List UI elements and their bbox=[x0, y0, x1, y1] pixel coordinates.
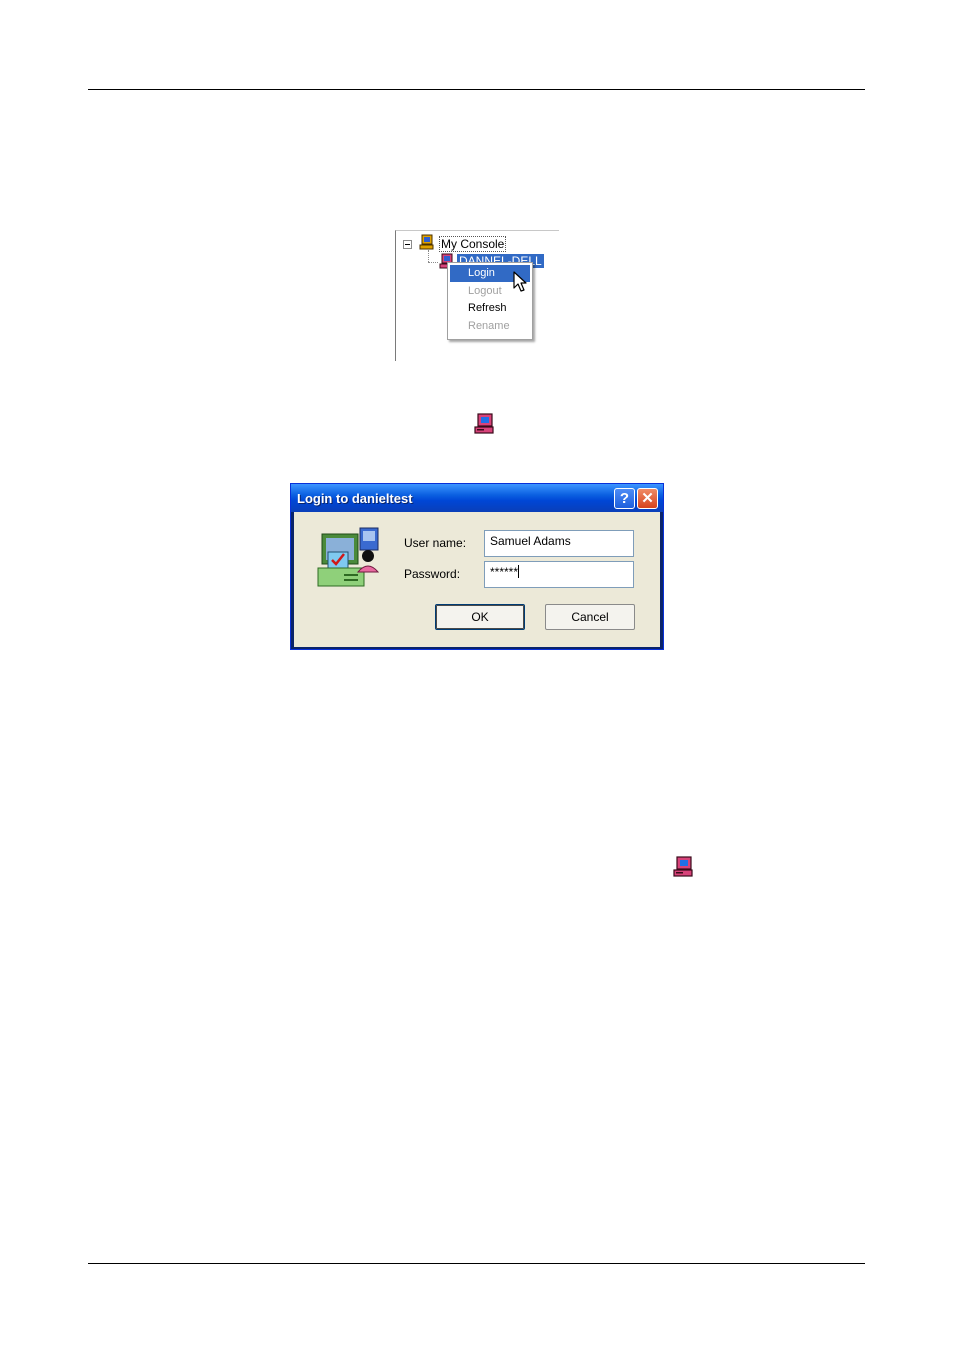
mouse-cursor-icon bbox=[513, 271, 527, 292]
dialog-title: Login to danieltest bbox=[297, 491, 413, 506]
password-label: Password: bbox=[404, 567, 461, 581]
password-value: ****** bbox=[490, 565, 519, 579]
menu-item-refresh[interactable]: Refresh bbox=[450, 300, 530, 317]
footer-rule bbox=[88, 1263, 865, 1264]
username-value: Samuel Adams bbox=[490, 534, 571, 548]
close-button[interactable]: ✕ bbox=[637, 488, 658, 509]
tree-connector-line bbox=[428, 262, 438, 263]
username-label: User name: bbox=[404, 536, 467, 550]
ok-button[interactable]: OK bbox=[435, 604, 525, 630]
dialog-title-bar[interactable]: Login to danieltest ? ✕ bbox=[291, 484, 663, 512]
remote-computer-icon bbox=[673, 856, 693, 877]
console-tree-screenshot: My Console DANNEL-DELL Login Logout Refr… bbox=[395, 230, 559, 361]
help-button[interactable]: ? bbox=[614, 488, 635, 509]
tree-item-my-console[interactable]: My Console bbox=[439, 236, 507, 252]
tree-connector-line bbox=[428, 250, 429, 262]
menu-item-rename[interactable]: Rename bbox=[450, 318, 530, 335]
username-field[interactable]: Samuel Adams bbox=[484, 530, 634, 557]
computer-icon bbox=[419, 234, 434, 250]
password-field[interactable]: ****** bbox=[484, 561, 634, 588]
collapse-icon[interactable] bbox=[403, 240, 412, 249]
login-user-icon bbox=[317, 527, 380, 587]
remote-computer-icon bbox=[474, 413, 494, 434]
cancel-button[interactable]: Cancel bbox=[545, 604, 635, 630]
text-caret bbox=[518, 565, 520, 578]
dialog-body: User name: Samuel Adams Password: ******… bbox=[294, 512, 660, 647]
header-rule bbox=[88, 89, 865, 90]
login-dialog: Login to danieltest ? ✕ User name: Samue… bbox=[290, 483, 664, 650]
